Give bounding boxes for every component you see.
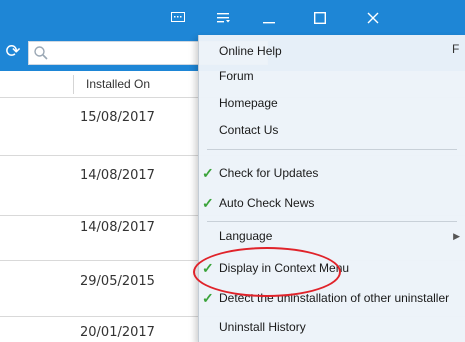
minimize-button[interactable] <box>251 0 287 35</box>
menu-item-language[interactable]: Language ▶ <box>199 222 465 250</box>
installed-on-cell: 20/01/2017 <box>80 325 155 340</box>
highlight-annotation <box>193 247 341 297</box>
menu-item-label: Homepage <box>219 96 278 110</box>
menu-item-label: Forum <box>219 69 254 83</box>
check-icon: ✓ <box>202 165 214 181</box>
menu-item-auto-check-news[interactable]: ✓ Auto Check News <box>199 189 465 217</box>
minimize-icon <box>263 21 275 23</box>
check-icon: ✓ <box>202 195 214 211</box>
menu-item-check-for-updates[interactable]: ✓ Check for Updates <box>199 159 465 187</box>
menu-item-label: Uninstall History <box>219 320 306 334</box>
menu-item-label: Language <box>219 229 273 243</box>
close-button[interactable] <box>355 0 391 35</box>
installed-on-cell: 15/08/2017 <box>80 110 155 125</box>
menu-icon <box>217 12 230 22</box>
menu-item-label: Check for Updates <box>219 166 319 180</box>
feedback-button[interactable] <box>160 0 196 35</box>
menu-separator <box>207 149 457 150</box>
column-header-installed-on[interactable]: Installed On <box>86 71 150 98</box>
column-divider[interactable] <box>73 75 74 94</box>
installed-on-cell: 14/08/2017 <box>80 220 155 235</box>
search-icon <box>34 46 48 60</box>
maximize-icon <box>314 11 326 24</box>
refresh-icon[interactable]: ⟳ <box>2 41 24 63</box>
menu-item-label: Contact Us <box>219 123 279 137</box>
main-dropdown-menu: Online Help Forum Homepage Contact Us ✓ … <box>198 35 465 342</box>
menu-item-uninstall-history[interactable]: Uninstall History <box>199 313 465 341</box>
installed-on-cell: 14/08/2017 <box>80 168 155 183</box>
close-icon <box>367 12 379 23</box>
menu-item-homepage[interactable]: Homepage <box>199 89 465 117</box>
clipped-toolbar-text: F <box>452 42 460 56</box>
menu-item-online-help[interactable]: Online Help <box>199 37 465 65</box>
menu-item-label: Online Help <box>219 44 282 58</box>
feedback-icon <box>171 11 185 22</box>
menu-item-forum[interactable]: Forum <box>199 62 465 90</box>
main-menu-button[interactable] <box>206 0 242 35</box>
menu-item-contact-us[interactable]: Contact Us <box>199 116 465 144</box>
title-bar <box>0 0 465 35</box>
installed-on-cell: 29/05/2015 <box>80 274 155 289</box>
menu-item-label: Auto Check News <box>219 196 315 210</box>
submenu-arrow-icon: ▶ <box>453 231 460 241</box>
maximize-button[interactable] <box>302 0 338 35</box>
